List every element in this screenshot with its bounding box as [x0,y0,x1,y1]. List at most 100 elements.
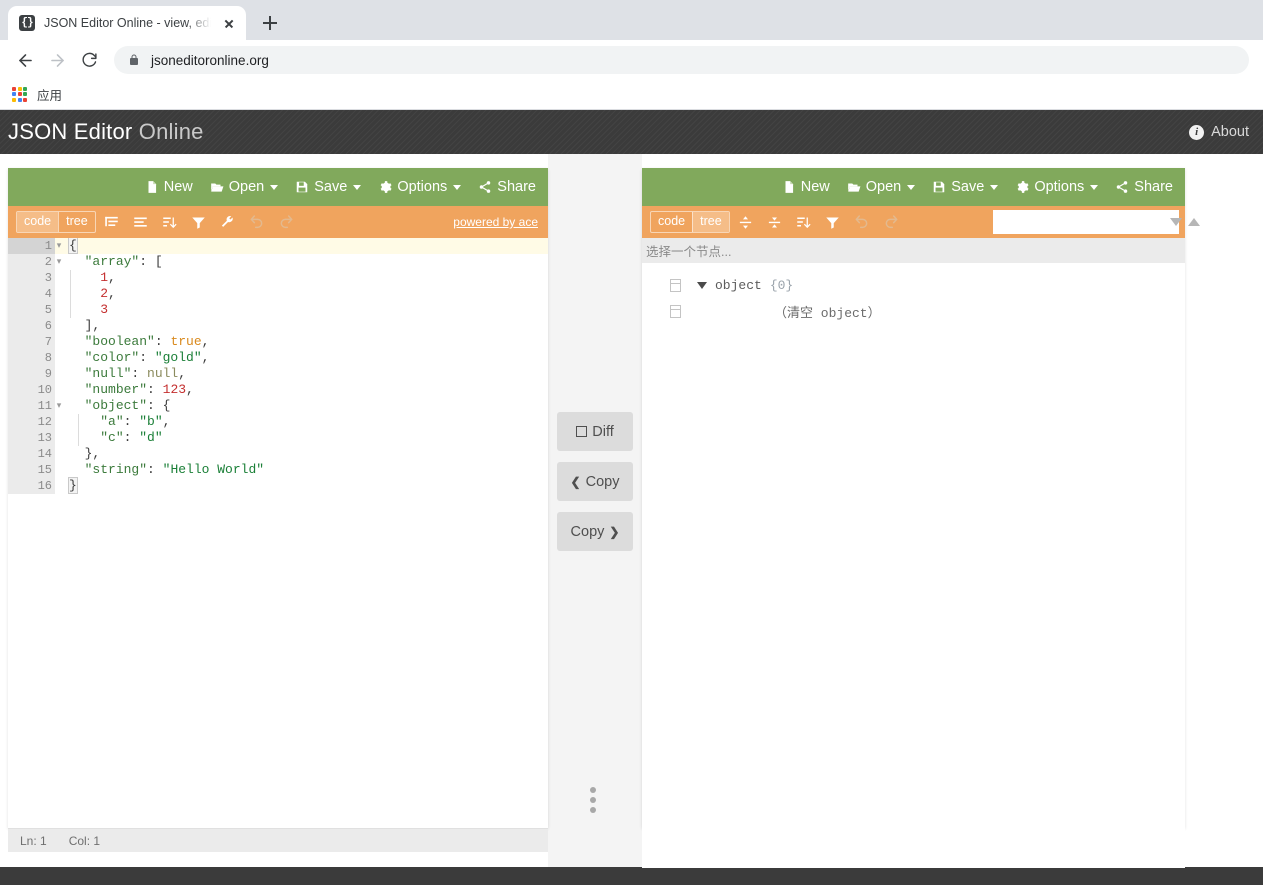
code-token: 123 [162,382,187,397]
code-text: 2, [55,286,548,302]
chevron-down-icon [990,184,999,190]
right-mode-switch[interactable]: code tree [650,211,730,233]
code-editor[interactable]: 1 ▾{2 ▾ "array": [3 1, 4 2, 5 36 ], 7 "boolea… [8,238,548,828]
line-number: 3 [8,270,55,286]
code-line[interactable]: 7 "boolean": true, [8,334,548,350]
line-number: 4 [8,286,55,302]
app-title-bold: JSON Editor [8,119,133,144]
copy-right-button[interactable]: Copy ❯ [557,512,633,551]
powered-by-ace-link[interactable]: powered by ace [453,215,538,229]
tree-row[interactable]: （清空 object） [642,298,1185,324]
share-icon [1115,180,1129,194]
code-line[interactable]: 16} [8,477,548,494]
reload-icon[interactable] [74,45,104,75]
panel-resize-handle[interactable] [590,787,596,813]
line-number: 12 [8,414,55,430]
code-line[interactable]: 3 1, [8,270,548,286]
about-link[interactable]: i About [1189,124,1249,140]
back-icon[interactable] [10,45,40,75]
code-line[interactable]: 5 3 [8,302,548,318]
code-text: ], [55,318,548,334]
code-token: : [ [139,254,163,269]
code-token: }, [69,446,101,461]
menu-item-options[interactable]: Options [378,179,462,195]
address-bar[interactable]: jsoneditoronline.org [114,46,1249,74]
line-number: 8 [8,350,55,366]
right-sort-icon[interactable] [791,209,817,235]
menu-item-options[interactable]: Options [1015,179,1099,195]
code-token: : [147,462,163,477]
code-token: "color" [84,350,140,365]
code-text: "c": "d" [55,430,548,446]
gear-icon [378,180,392,194]
menu-item-open[interactable]: Open [847,179,916,195]
tree-view[interactable]: object {0} （清空 object） [642,263,1185,868]
folder-open-icon [847,180,861,194]
close-icon[interactable] [220,14,238,32]
code-line[interactable]: 10 "number": 123, [8,382,548,398]
fold-arrow-icon[interactable]: ▾ [54,254,64,270]
menu-item-save[interactable]: Save [932,179,999,195]
tree-row[interactable]: object {0} [642,272,1185,298]
menu-item-share[interactable]: Share [1115,179,1173,195]
copy-left-button[interactable]: ❮ Copy [557,462,633,501]
left-compact-indent-icon[interactable] [99,209,125,235]
menu-item-share[interactable]: Share [478,179,536,195]
code-line[interactable]: 14 }, [8,446,548,462]
right-collapse-all-icon[interactable] [762,209,788,235]
diff-button[interactable]: Diff [557,412,633,451]
right-filter-icon[interactable] [820,209,846,235]
fold-arrow-icon[interactable]: ▾ [54,398,64,414]
tree-search-box[interactable] [993,210,1200,234]
menu-item-label: Open [228,179,265,195]
transfer-button-column: Diff ❮ Copy Copy ❯ [557,154,633,867]
code-line[interactable]: 8 "color": "gold", [8,350,548,366]
right-expand-all-icon[interactable] [733,209,759,235]
right-mode-tree[interactable]: tree [692,212,729,232]
code-line[interactable]: 1 ▾ { [8,238,548,254]
code-line[interactable]: 9 "null": null, [8,366,548,382]
left-mode-switch[interactable]: code tree [16,211,96,233]
collapse-triangle-icon[interactable] [693,281,711,289]
code-line[interactable]: 11 ▾ "object": { [8,398,548,414]
line-number: 10 [8,382,55,398]
search-input[interactable] [1004,215,1165,229]
left-filter-icon[interactable] [186,209,212,235]
code-line[interactable]: 13 "c": "d" [8,430,548,446]
code-text: "number": 123, [55,382,548,398]
code-line[interactable]: 2 ▾ "array": [ [8,254,548,270]
left-mode-code[interactable]: code [17,212,59,232]
code-line[interactable]: 12 "a": "b", [8,414,548,430]
search-next-icon[interactable] [1170,218,1182,226]
apps-grid-dot [12,97,16,102]
browser-tab[interactable]: {} JSON Editor Online - view, edit [8,6,246,40]
apps-grid-dot [23,97,27,102]
right-mode-code[interactable]: code [651,212,692,232]
drag-handle-icon[interactable] [670,304,681,318]
menu-item-new[interactable]: New [782,179,830,195]
json-editor-app: JSON Editor Online i About New Open Save Op… [0,110,1263,868]
left-format-icon[interactable] [128,209,154,235]
code-token: "Hello World" [162,462,265,477]
bookmark-apps-label[interactable]: 应用 [37,85,62,104]
chevron-down-icon [453,184,462,190]
left-mode-tree[interactable]: tree [58,212,95,232]
new-tab-button[interactable] [256,9,284,37]
apps-grid-icon[interactable] [12,86,28,103]
menu-item-new[interactable]: New [145,179,193,195]
code-line[interactable]: 15 "string": "Hello World" [8,462,548,478]
search-prev-icon[interactable] [1188,218,1200,226]
code-line[interactable]: 4 2, [8,286,548,302]
drag-handle-icon[interactable] [670,278,681,292]
code-token: "b" [139,414,163,429]
code-line[interactable]: 6 ], [8,318,548,334]
left-sort-icon[interactable] [157,209,183,235]
browser-toolbar: jsoneditoronline.org [0,40,1263,80]
left-redo-icon [273,209,299,235]
menu-item-open[interactable]: Open [210,179,279,195]
left-transform-wrench-icon[interactable] [215,209,241,235]
fold-arrow-icon[interactable]: ▾ [54,238,64,254]
menu-item-save[interactable]: Save [295,179,362,195]
